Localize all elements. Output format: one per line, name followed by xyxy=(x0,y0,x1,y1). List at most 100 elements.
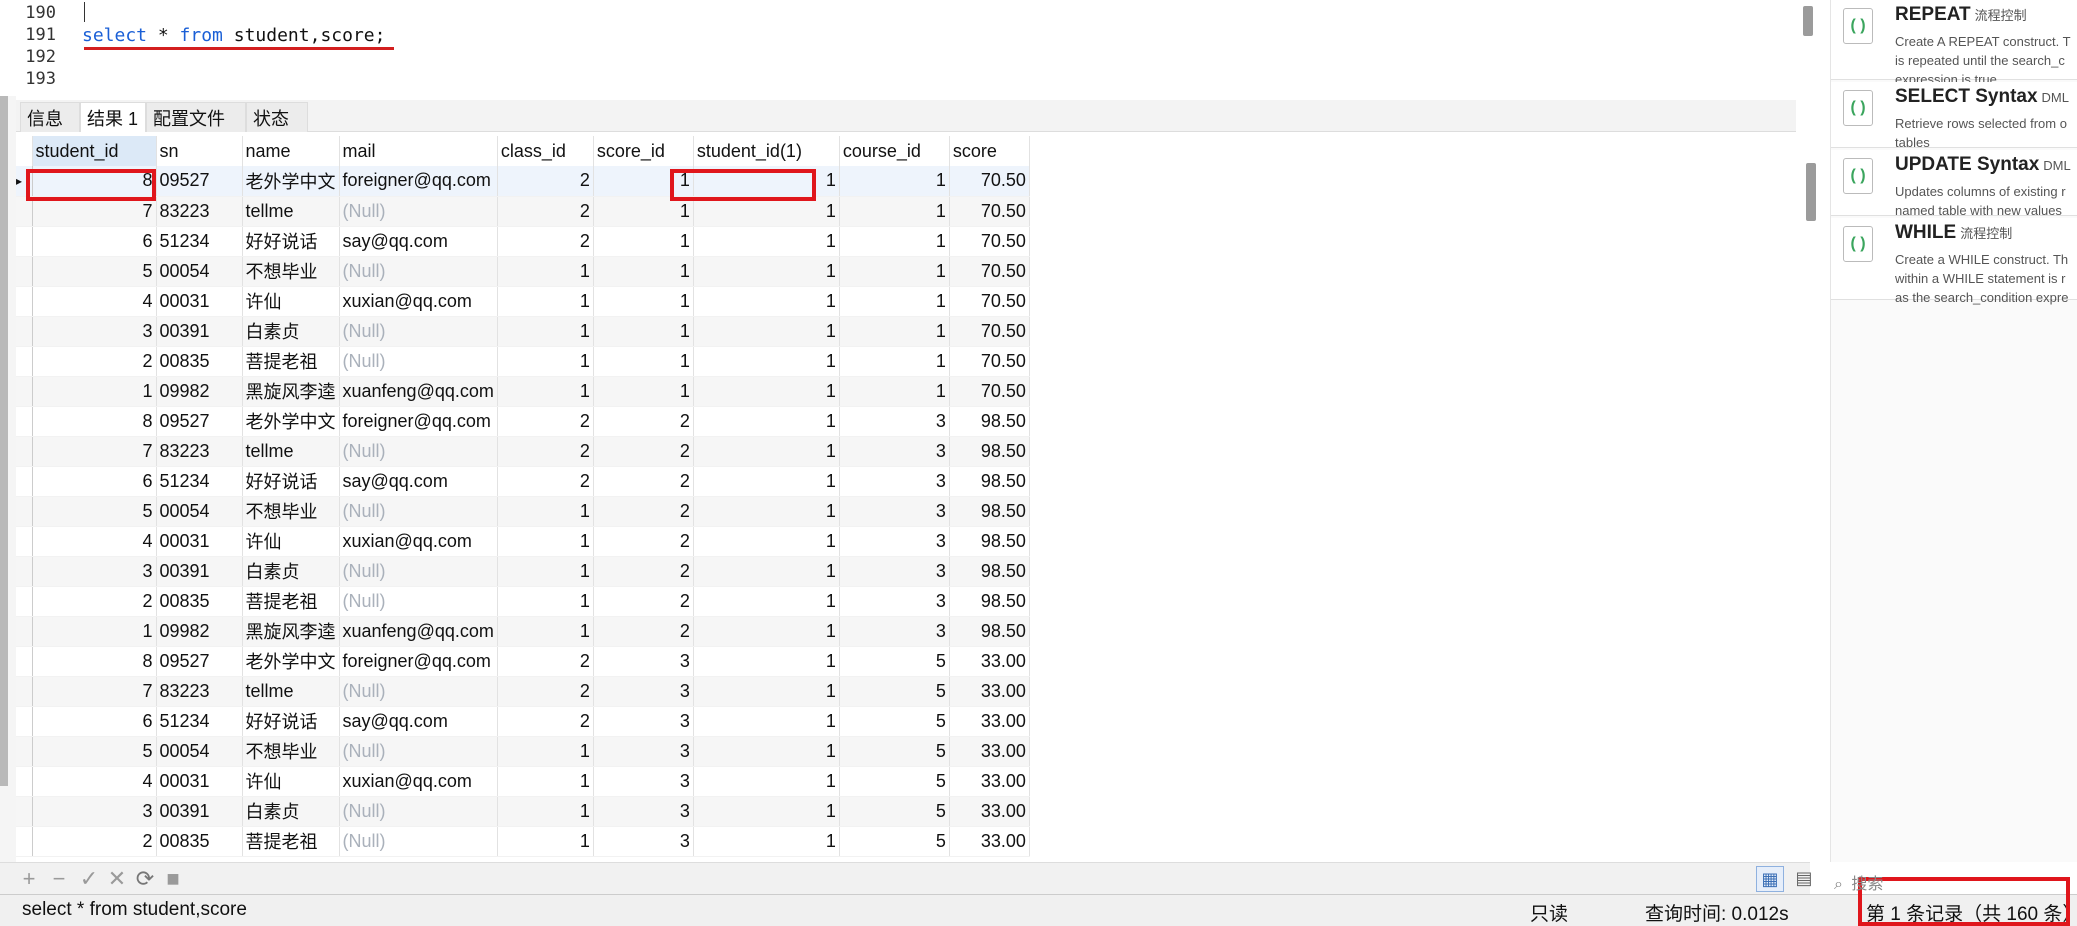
table-cell[interactable]: 1 xyxy=(32,376,157,407)
table-cell[interactable]: 老外学中文 xyxy=(242,646,340,677)
row-header[interactable] xyxy=(16,226,33,257)
table-row[interactable]: 2 00835 菩提老祖 (Null) 1 1 1 1 70.50 xyxy=(16,346,1030,377)
table-cell[interactable]: 3 xyxy=(32,316,157,347)
table-cell[interactable]: 3 xyxy=(32,796,157,827)
table-cell[interactable]: 6 xyxy=(32,706,157,737)
table-cell[interactable]: (Null) xyxy=(339,496,498,527)
form-view-icon[interactable]: ▤ xyxy=(1790,866,1818,892)
table-cell[interactable]: 1 xyxy=(497,346,594,377)
table-cell[interactable]: 00054 xyxy=(156,736,243,767)
table-cell[interactable]: 98.50 xyxy=(949,586,1030,617)
table-cell[interactable]: 1 xyxy=(593,316,694,347)
table-cell[interactable]: xuxian@qq.com xyxy=(339,766,498,797)
table-cell[interactable]: 98.50 xyxy=(949,556,1030,587)
table-cell[interactable]: 5 xyxy=(839,826,950,857)
delete-record-icon[interactable]: − xyxy=(46,867,72,891)
table-cell[interactable]: 2 xyxy=(593,496,694,527)
table-cell[interactable]: 2 xyxy=(593,526,694,557)
table-cell[interactable]: 98.50 xyxy=(949,496,1030,527)
table-cell[interactable]: (Null) xyxy=(339,676,498,707)
table-cell[interactable]: 83223 xyxy=(156,196,243,227)
table-cell[interactable]: 1 xyxy=(693,616,840,647)
table-cell[interactable]: 1 xyxy=(497,376,594,407)
table-cell[interactable]: 1 xyxy=(693,256,840,287)
table-cell[interactable]: xuanfeng@qq.com xyxy=(339,376,498,407)
row-header[interactable] xyxy=(16,526,33,557)
table-cell[interactable]: (Null) xyxy=(339,316,498,347)
table-cell[interactable]: 1 xyxy=(497,316,594,347)
table-cell[interactable]: 98.50 xyxy=(949,406,1030,437)
table-cell[interactable]: 3 xyxy=(839,436,950,467)
table-cell[interactable]: 3 xyxy=(593,736,694,767)
table-cell[interactable]: 菩提老祖 xyxy=(242,826,340,857)
table-cell[interactable]: 1 xyxy=(497,796,594,827)
table-cell[interactable]: 1 xyxy=(32,616,157,647)
table-cell[interactable]: 5 xyxy=(32,256,157,287)
table-cell[interactable]: 00391 xyxy=(156,796,243,827)
table-cell[interactable]: 1 xyxy=(693,226,840,257)
row-header[interactable] xyxy=(16,286,33,317)
table-cell[interactable]: 5 xyxy=(32,736,157,767)
table-cell[interactable]: 70.50 xyxy=(949,346,1030,377)
search-input[interactable]: 搜索 xyxy=(1851,876,1883,893)
table-cell[interactable]: 1 xyxy=(839,346,950,377)
table-cell[interactable]: tellme xyxy=(242,436,340,467)
table-cell[interactable]: 2 xyxy=(32,346,157,377)
table-cell[interactable]: 1 xyxy=(693,286,840,317)
column-header[interactable]: score_id xyxy=(593,136,694,166)
table-cell[interactable]: 许仙 xyxy=(242,766,340,797)
table-cell[interactable]: 09527 xyxy=(156,646,243,677)
table-cell[interactable]: 2 xyxy=(497,226,594,257)
apply-changes-icon[interactable]: ✓ xyxy=(76,867,102,891)
table-cell[interactable]: 1 xyxy=(497,766,594,797)
table-row[interactable]: 7 83223 tellme (Null) 2 2 1 3 98.50 xyxy=(16,436,1030,467)
table-cell[interactable]: 98.50 xyxy=(949,616,1030,647)
table-row[interactable]: 8 09527 老外学中文 foreigner@qq.com 2 3 1 5 33.00 xyxy=(16,646,1030,677)
table-cell[interactable]: xuxian@qq.com xyxy=(339,526,498,557)
snippet-item[interactable]: ( ) WHILE 流程控制 Create a WHILE construct. Th… xyxy=(1831,218,2077,305)
table-cell[interactable]: 70.50 xyxy=(949,226,1030,257)
table-cell[interactable]: foreigner@qq.com xyxy=(339,406,498,437)
table-cell[interactable]: 83223 xyxy=(156,436,243,467)
table-cell[interactable]: 1 xyxy=(839,226,950,257)
table-cell[interactable]: 09982 xyxy=(156,376,243,407)
table-cell[interactable]: 好好说话 xyxy=(242,466,340,497)
table-row[interactable]: 1 09982 黑旋风李逵 xuanfeng@qq.com 1 1 1 1 70.50 xyxy=(16,376,1030,407)
table-cell[interactable]: 51234 xyxy=(156,706,243,737)
table-cell[interactable]: 白素贞 xyxy=(242,316,340,347)
table-row[interactable]: 3 00391 白素贞 (Null) 1 3 1 5 33.00 xyxy=(16,796,1030,827)
table-cell[interactable]: 4 xyxy=(32,526,157,557)
row-header[interactable] xyxy=(16,616,33,647)
table-cell[interactable]: 1 xyxy=(497,526,594,557)
row-header[interactable] xyxy=(16,556,33,587)
table-cell[interactable]: 98.50 xyxy=(949,436,1030,467)
table-cell[interactable]: 1 xyxy=(693,436,840,467)
code-text[interactable]: select * from student,score; xyxy=(64,25,385,46)
table-row[interactable]: ▸ 8 09527 老外学中文 foreigner@qq.com 2 1 1 1 70.50 xyxy=(16,166,1030,197)
table-cell[interactable]: 98.50 xyxy=(949,526,1030,557)
table-cell[interactable]: 70.50 xyxy=(949,256,1030,287)
table-cell[interactable]: 5 xyxy=(839,706,950,737)
tab-result-1[interactable]: 结果 1 xyxy=(80,102,146,132)
table-cell[interactable]: 1 xyxy=(497,496,594,527)
table-cell[interactable]: 1 xyxy=(839,376,950,407)
table-cell[interactable]: 3 xyxy=(839,556,950,587)
table-cell[interactable]: 3 xyxy=(593,826,694,857)
table-cell[interactable]: 好好说话 xyxy=(242,226,340,257)
table-cell[interactable]: 00054 xyxy=(156,496,243,527)
snippet-item[interactable]: ( ) SELECT Syntax DML Retrieve rows selecte… xyxy=(1831,82,2077,150)
row-header[interactable] xyxy=(16,586,33,617)
table-cell[interactable]: 33.00 xyxy=(949,826,1030,857)
table-cell[interactable]: foreigner@qq.com xyxy=(339,166,498,197)
snippet-search[interactable]: ⌕ 搜索 xyxy=(1834,870,2074,894)
table-row[interactable]: 2 00835 菩提老祖 (Null) 1 3 1 5 33.00 xyxy=(16,826,1030,857)
table-row[interactable]: 4 00031 许仙 xuxian@qq.com 1 2 1 3 98.50 xyxy=(16,526,1030,557)
table-cell[interactable]: 5 xyxy=(839,646,950,677)
table-cell[interactable]: 1 xyxy=(693,826,840,857)
row-header[interactable] xyxy=(16,256,33,287)
table-cell[interactable]: 3 xyxy=(839,406,950,437)
table-cell[interactable]: 1 xyxy=(693,586,840,617)
table-cell[interactable]: 5 xyxy=(839,796,950,827)
table-cell[interactable]: 黑旋风李逵 xyxy=(242,616,340,647)
table-cell[interactable]: 51234 xyxy=(156,226,243,257)
